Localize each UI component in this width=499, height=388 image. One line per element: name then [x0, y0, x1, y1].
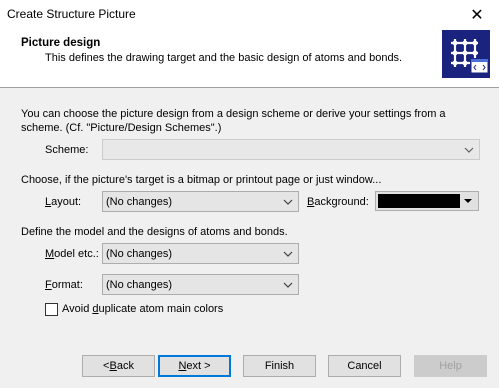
chevron-down-icon — [464, 147, 474, 153]
scheme-select[interactable] — [102, 139, 480, 160]
chevron-down-icon — [283, 282, 293, 288]
background-color-swatch — [378, 194, 460, 208]
page-title: Picture design — [21, 37, 101, 49]
chevron-down-icon — [283, 199, 293, 205]
model-select[interactable]: (No changes) — [102, 243, 299, 264]
window-title: Create Structure Picture — [7, 7, 136, 21]
layout-label: Layout: — [45, 196, 82, 208]
target-text: Choose, if the picture's target is a bit… — [21, 174, 382, 186]
next-button[interactable]: Next > — [158, 355, 231, 377]
format-label: Format: — [45, 279, 83, 291]
page-subtitle: This defines the drawing target and the … — [45, 52, 403, 64]
model-label: Model etc.: — [45, 248, 99, 260]
model-text: Define the model and the designs of atom… — [21, 226, 288, 238]
avoid-duplicate-colors-label: Avoid duplicate atom main colors — [62, 303, 224, 315]
wizard-header: Picture design This defines the drawing … — [0, 30, 499, 88]
background-color-picker[interactable] — [375, 191, 479, 211]
dropdown-arrow-icon — [464, 199, 472, 203]
format-select[interactable]: (No changes) — [102, 274, 299, 295]
title-bar: Create Structure Picture ✕ — [0, 0, 499, 30]
back-button[interactable]: < Back — [82, 355, 155, 377]
model-value: (No changes) — [106, 247, 173, 260]
help-button: Help — [414, 355, 487, 377]
intro-text-line1: You can choose the picture design from a… — [21, 108, 446, 120]
format-value: (No changes) — [106, 278, 173, 291]
close-icon[interactable]: ✕ — [455, 0, 499, 30]
scheme-label: Scheme: — [45, 144, 89, 156]
intro-text-line2: scheme. (Cf. "Picture/Design Schemes".) — [21, 122, 222, 134]
finish-button[interactable]: Finish — [243, 355, 316, 377]
layout-value: (No changes) — [106, 195, 173, 208]
grid-picture-icon — [442, 30, 490, 78]
cancel-button[interactable]: Cancel — [328, 355, 401, 377]
background-label: Background: — [307, 196, 369, 208]
avoid-duplicate-colors-checkbox[interactable] — [45, 303, 58, 316]
layout-select[interactable]: (No changes) — [102, 191, 299, 212]
chevron-down-icon — [283, 251, 293, 257]
